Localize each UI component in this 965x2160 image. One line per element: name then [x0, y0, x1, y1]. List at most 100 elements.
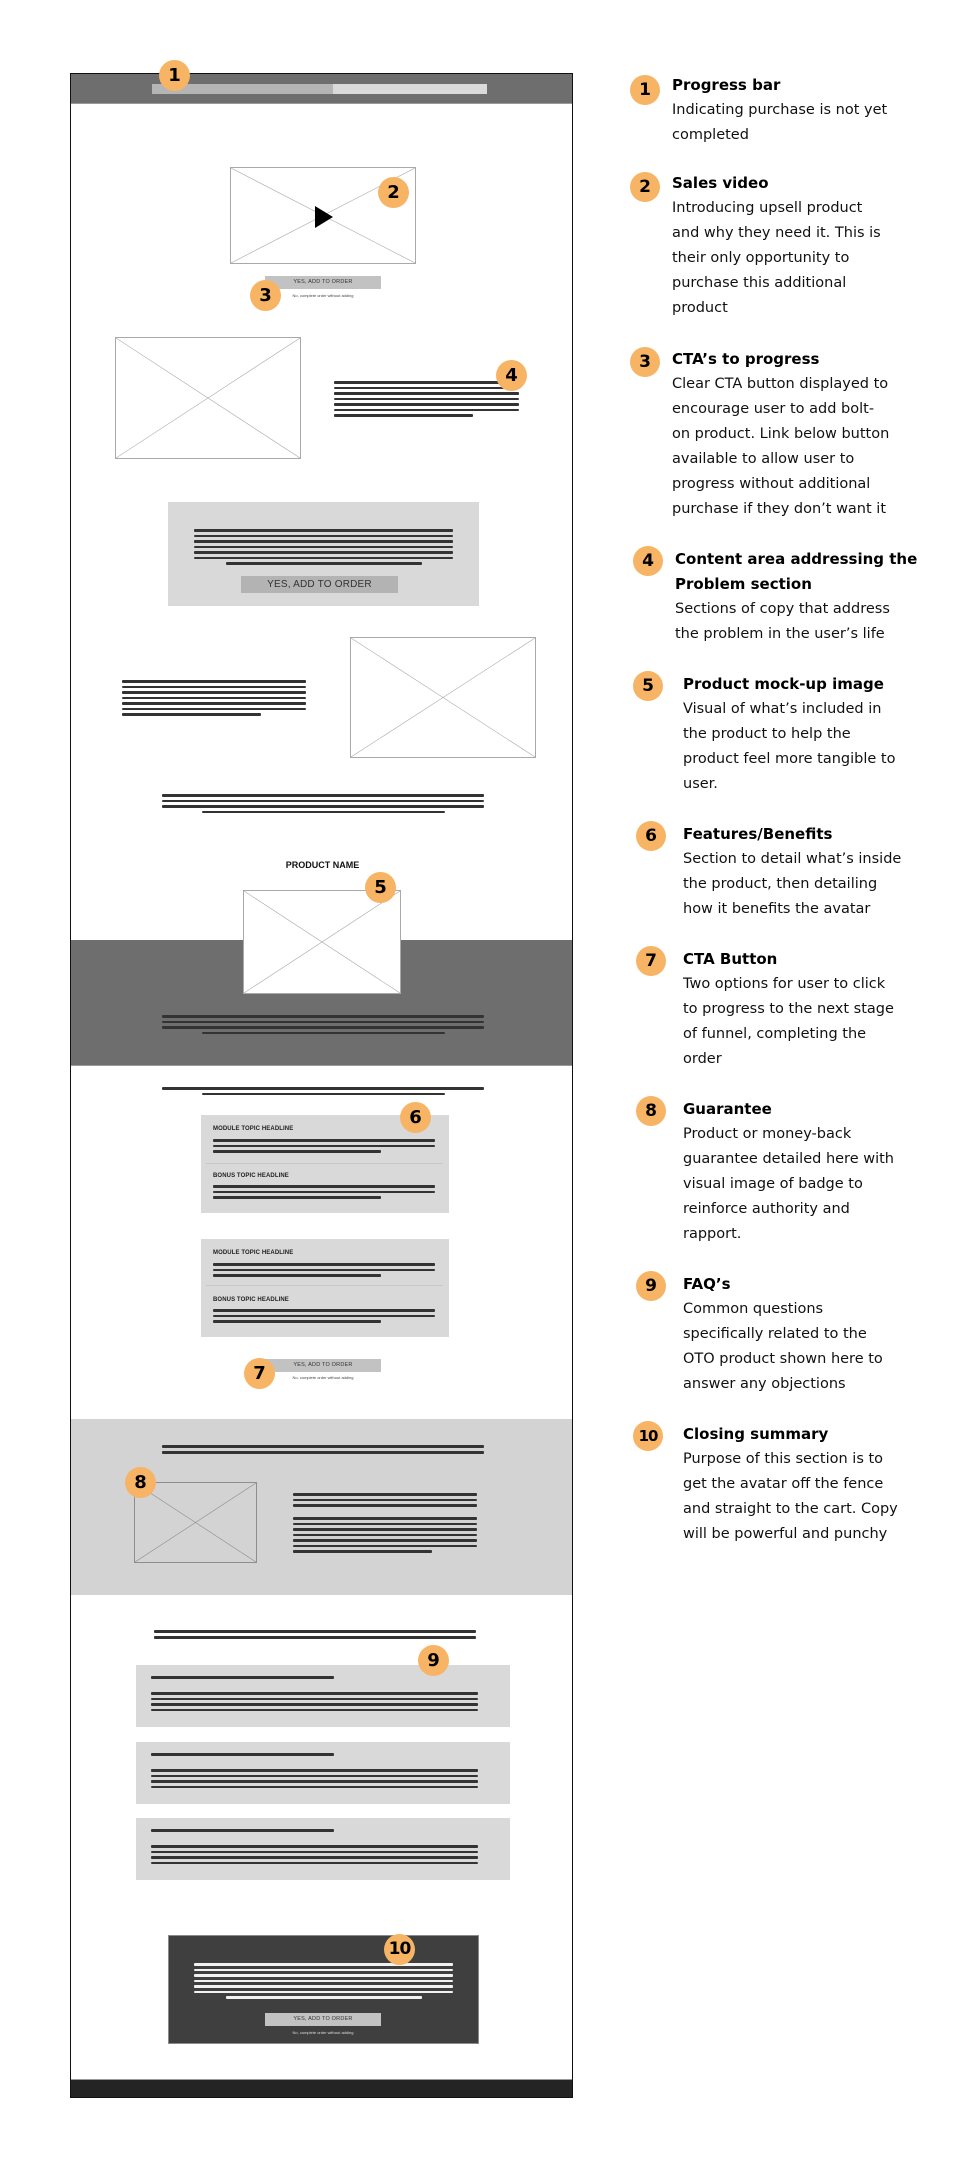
legend-body-line: visual image of badge to	[683, 1176, 863, 1192]
module-headline: MODULE TOPIC HEADLINE	[213, 1126, 294, 1132]
legend-body-line: encourage user to add bolt-	[672, 401, 875, 417]
legend-title: CTA Button	[683, 950, 778, 968]
legend-body-line: the product to help the	[683, 726, 851, 742]
legend-body-line: get the avatar off the fence	[683, 1476, 884, 1492]
add-to-order-button[interactable]: YES, ADD TO ORDER	[265, 1359, 381, 1372]
legend-title: Product mock-up image	[683, 675, 884, 693]
annotation-badge-1: 1	[159, 60, 190, 91]
legend-body-line: Section to detail what’s inside	[683, 851, 902, 867]
legend-body-line: Clear CTA button displayed to	[672, 376, 889, 392]
legend-body-line: order	[683, 1051, 722, 1067]
legend-item-guarantee: Guarantee Product or money-back guarantee…	[683, 1097, 963, 1247]
legend-item-product-mockup: Product mock-up image Visual of what’s i…	[683, 672, 963, 797]
legend-item-progress-bar: Progress bar Indicating purchase is not …	[672, 73, 952, 148]
legend-title: Guarantee	[683, 1100, 772, 1118]
product-mockup-placeholder	[243, 890, 401, 994]
legend-body: Visual of what’s included in the product …	[683, 697, 963, 797]
annotation-badge-7: 7	[244, 1358, 275, 1389]
legend-body-line: and why they need it. This is	[672, 225, 881, 241]
legend-item-closing: Closing summary Purpose of this section …	[683, 1422, 963, 1547]
closing-summary-panel: YES, ADD TO ORDER No, complete order wit…	[168, 1935, 479, 2044]
legend-badge-8: 8	[636, 1096, 666, 1126]
skip-offer-link[interactable]: No, complete order without adding	[265, 1375, 381, 1380]
legend-item-problem: Content area addressing the Problem sect…	[675, 547, 960, 647]
annotation-badge-9: 9	[418, 1645, 449, 1676]
legend-body: Sections of copy that address the problem…	[675, 597, 960, 647]
legend-title: Progress bar	[672, 76, 781, 94]
features-card: MODULE TOPIC HEADLINE BONUS TOPIC HEADLI…	[201, 1239, 449, 1337]
legend-body-line: Sections of copy that address	[675, 601, 890, 617]
add-to-order-button[interactable]: YES, ADD TO ORDER	[265, 276, 381, 289]
legend-body: Two options for user to click to progress…	[683, 972, 963, 1072]
legend-body-line: Product or money-back	[683, 1126, 852, 1142]
legend-body: Purpose of this section is to get the ava…	[683, 1447, 963, 1547]
legend-body: Section to detail what’s inside the produ…	[683, 847, 963, 922]
legend-body-line: Common questions	[683, 1301, 824, 1317]
legend-badge-1: 1	[630, 75, 660, 105]
guarantee-band	[71, 1419, 572, 1595]
faq-item[interactable]	[136, 1665, 510, 1727]
legend-body-line: user.	[683, 776, 718, 792]
legend-body-line: progress without additional	[672, 476, 871, 492]
legend-badge-3: 3	[630, 347, 660, 377]
legend-badge-10: 10	[633, 1421, 663, 1451]
legend-body: Clear CTA button displayed to encourage u…	[672, 372, 952, 522]
legend-body-line: reinforce authority and	[683, 1201, 850, 1217]
legend-body-line: purchase this additional	[672, 275, 847, 291]
annotation-badge-2: 2	[378, 177, 409, 208]
legend-body-line: Visual of what’s included in	[683, 701, 882, 717]
legend-title: Sales video	[672, 174, 769, 192]
add-to-order-button[interactable]: YES, ADD TO ORDER	[241, 576, 398, 593]
progress-header	[71, 74, 572, 104]
problem-image-placeholder	[115, 337, 301, 459]
skip-offer-link[interactable]: No, complete order without adding	[265, 2030, 381, 2035]
legend-body-line: their only opportunity to	[672, 250, 850, 266]
legend-title: CTA’s to progress	[672, 350, 820, 368]
legend-body-line: the problem in the user’s life	[675, 626, 885, 642]
legend-body-line: completed	[672, 127, 749, 143]
annotation-badge-6: 6	[400, 1102, 431, 1133]
legend-title: FAQ’s	[683, 1275, 731, 1293]
legend-body-line: rapport.	[683, 1226, 742, 1242]
legend-body: Indicating purchase is not yet completed	[672, 98, 952, 148]
legend-body-line: guarantee detailed here with	[683, 1151, 894, 1167]
problem-image-placeholder	[350, 637, 536, 758]
legend-body-line: Introducing upsell product	[672, 200, 863, 216]
play-icon[interactable]	[315, 206, 333, 228]
legend-title-line-2: Problem section	[675, 575, 812, 593]
legend-item-cta-button: CTA Button Two options for user to click…	[683, 947, 963, 1072]
legend-body-line: OTO product shown here to	[683, 1351, 883, 1367]
annotation-badge-5: 5	[365, 872, 396, 903]
legend-title: Content area addressing the	[675, 550, 918, 568]
legend-badge-5: 5	[633, 671, 663, 701]
legend-body-line: available to allow user to	[672, 451, 855, 467]
legend-body-line: Purpose of this section is to	[683, 1451, 884, 1467]
legend-title: Features/Benefits	[683, 825, 833, 843]
legend-item-ctas: CTA’s to progress Clear CTA button displ…	[672, 347, 952, 522]
guarantee-badge-placeholder	[134, 1482, 257, 1563]
image-placeholder-cross-icon	[135, 1483, 256, 1562]
legend-badge-4: 4	[633, 546, 663, 576]
legend-item-features: Features/Benefits Section to detail what…	[683, 822, 963, 922]
legend-body-line: and straight to the cart. Copy	[683, 1501, 898, 1517]
legend-body-line: to progress to the next stage	[683, 1001, 894, 1017]
legend-body-line: Indicating purchase is not yet	[672, 102, 888, 118]
legend-item-faqs: FAQ’s Common questions specifically relat…	[683, 1272, 963, 1397]
faq-item[interactable]	[136, 1818, 510, 1880]
legend-body-line: purchase if they don’t want it	[672, 501, 887, 517]
legend-body: Product or money-back guarantee detailed …	[683, 1122, 963, 1247]
annotation-badge-10: 10	[384, 1934, 415, 1965]
skip-offer-link[interactable]: No, complete order without adding	[265, 293, 381, 298]
annotation-badge-3: 3	[250, 280, 281, 311]
module-headline: MODULE TOPIC HEADLINE	[213, 1250, 294, 1256]
image-placeholder-cross-icon	[351, 638, 535, 757]
legend-body-line: the product, then detailing	[683, 876, 878, 892]
image-placeholder-cross-icon	[116, 338, 300, 458]
faq-item[interactable]	[136, 1742, 510, 1804]
legend-body: Introducing upsell product and why they n…	[672, 196, 952, 321]
add-to-order-button[interactable]: YES, ADD TO ORDER	[265, 2013, 381, 2026]
progress-bar	[152, 84, 487, 94]
legend-body: Common questions specifically related to …	[683, 1297, 963, 1397]
legend-title: Closing summary	[683, 1425, 829, 1443]
product-name-heading: PRODUCT NAME	[285, 860, 360, 870]
